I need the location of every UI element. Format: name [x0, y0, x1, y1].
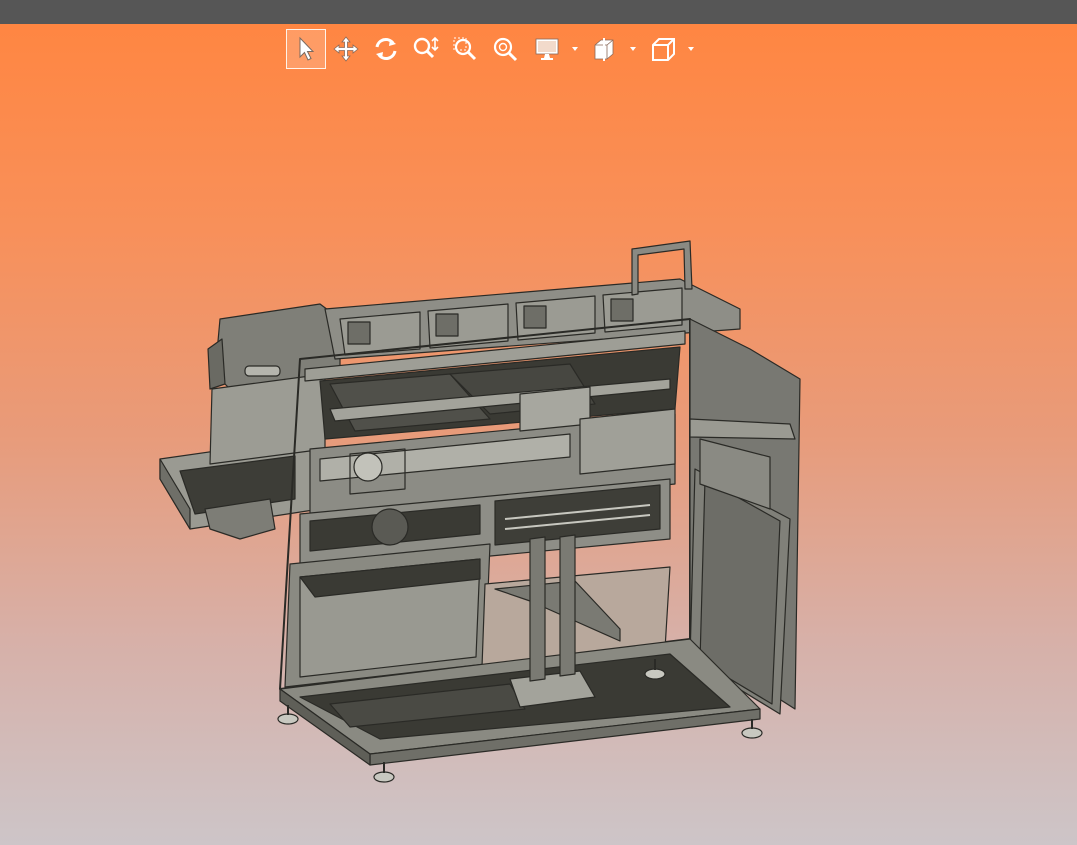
move-arrows-icon [333, 36, 359, 62]
display-mode-button[interactable] [526, 29, 584, 69]
arrow-pointer-icon [299, 36, 315, 61]
zoom-button[interactable] [406, 29, 446, 69]
monitor-icon [535, 38, 559, 60]
zoom-icon [413, 36, 439, 59]
chevron-down-icon [688, 47, 694, 51]
chevron-down-icon [572, 47, 578, 51]
zoom-window-icon [453, 37, 477, 61]
select-button[interactable] [286, 29, 326, 69]
section-view-button[interactable] [584, 29, 642, 69]
cad-assembly-model[interactable] [150, 209, 820, 789]
rotate-button[interactable] [366, 29, 406, 69]
zoom-fit-button[interactable] [486, 29, 526, 69]
rotate-icon [375, 38, 397, 60]
section-cube-icon [594, 38, 614, 61]
view-toolbar [286, 29, 700, 69]
3d-viewport[interactable] [0, 24, 1077, 845]
window-titlebar [0, 0, 1077, 24]
pan-button[interactable] [326, 29, 366, 69]
cube-icon [652, 38, 675, 61]
chevron-down-icon [630, 47, 636, 51]
zoom-fit-icon [493, 37, 518, 62]
standard-views-button[interactable] [642, 29, 700, 69]
zoom-window-button[interactable] [446, 29, 486, 69]
